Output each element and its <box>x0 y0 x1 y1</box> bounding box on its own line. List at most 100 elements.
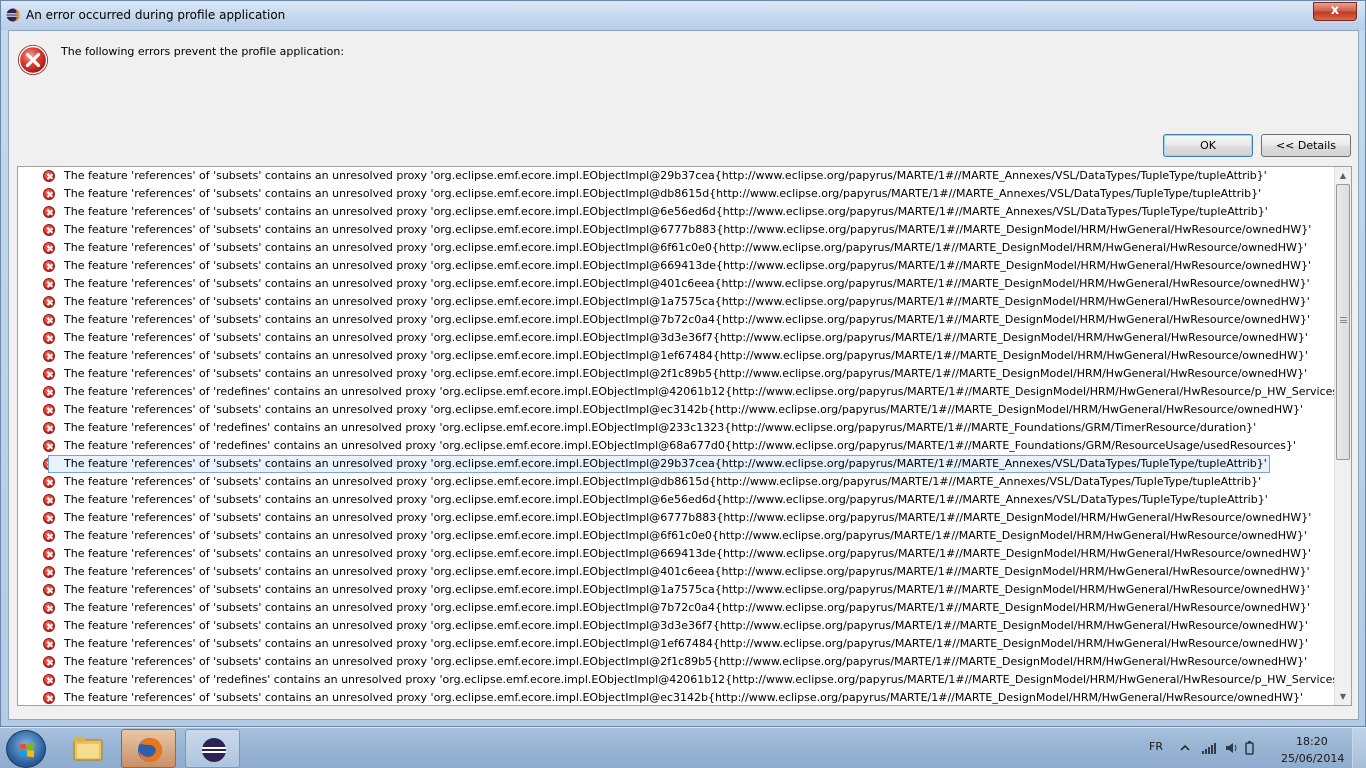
error-row[interactable]: The feature 'references' of 'subsets' co… <box>18 581 1334 599</box>
vertical-scrollbar[interactable]: ▲ ▼ <box>1334 167 1351 705</box>
error-row[interactable]: The feature 'references' of 'subsets' co… <box>18 527 1334 545</box>
error-row[interactable]: The feature 'references' of 'redefines' … <box>18 419 1334 437</box>
error-small-icon <box>43 566 55 578</box>
error-row-text: The feature 'references' of 'subsets' co… <box>64 637 1308 650</box>
error-row[interactable]: The feature 'references' of 'subsets' co… <box>18 455 1334 473</box>
error-row[interactable]: The feature 'references' of 'redefines' … <box>18 671 1334 689</box>
error-row[interactable]: The feature 'references' of 'subsets' co… <box>18 653 1334 671</box>
close-button[interactable]: x <box>1313 2 1357 21</box>
error-row[interactable]: The feature 'references' of 'subsets' co… <box>18 239 1334 257</box>
error-small-icon <box>43 548 55 560</box>
error-dialog-window: An error occurred during profile applica… <box>0 0 1366 727</box>
error-row-text: The feature 'references' of 'redefines' … <box>64 385 1334 398</box>
error-row-text: The feature 'references' of 'subsets' co… <box>64 619 1308 632</box>
error-small-icon <box>43 674 55 686</box>
error-row-text: The feature 'references' of 'subsets' co… <box>64 241 1307 254</box>
error-row[interactable]: The feature 'references' of 'subsets' co… <box>18 275 1334 293</box>
error-row-text: The feature 'references' of 'redefines' … <box>64 673 1334 686</box>
error-row[interactable]: The feature 'references' of 'redefines' … <box>18 437 1334 455</box>
error-small-icon <box>43 386 55 398</box>
error-small-icon <box>43 350 55 362</box>
error-row[interactable]: The feature 'references' of 'subsets' co… <box>18 203 1334 221</box>
taskbar: FR 18:20 25/06/2014 <box>0 727 1366 768</box>
error-row[interactable]: The feature 'references' of 'subsets' co… <box>18 365 1334 383</box>
error-row[interactable]: The feature 'references' of 'subsets' co… <box>18 635 1334 653</box>
ok-button[interactable]: OK <box>1163 134 1253 157</box>
error-row-text: The feature 'references' of 'subsets' co… <box>64 313 1311 326</box>
error-small-icon <box>43 224 55 236</box>
error-row-text: The feature 'references' of 'subsets' co… <box>64 655 1308 668</box>
error-row[interactable]: The feature 'references' of 'subsets' co… <box>18 689 1334 705</box>
taskbar-firefox-button[interactable] <box>121 729 176 768</box>
error-row-text: The feature 'references' of 'subsets' co… <box>64 691 1304 704</box>
title-bar[interactable]: An error occurred during profile applica… <box>1 1 1365 30</box>
error-row[interactable]: The feature 'references' of 'subsets' co… <box>18 545 1334 563</box>
error-row-text: The feature 'references' of 'subsets' co… <box>64 493 1268 506</box>
error-icon <box>18 45 48 75</box>
error-row[interactable]: The feature 'references' of 'redefines' … <box>18 383 1334 401</box>
error-row[interactable]: The feature 'references' of 'subsets' co… <box>18 401 1334 419</box>
error-row[interactable]: The feature 'references' of 'subsets' co… <box>18 509 1334 527</box>
error-small-icon <box>43 170 55 182</box>
error-small-icon <box>43 692 55 704</box>
error-row-text: The feature 'references' of 'subsets' co… <box>64 529 1307 542</box>
error-row[interactable]: The feature 'references' of 'subsets' co… <box>18 293 1334 311</box>
error-small-icon <box>43 206 55 218</box>
error-row[interactable]: The feature 'references' of 'subsets' co… <box>18 563 1334 581</box>
error-row-text: The feature 'references' of 'subsets' co… <box>64 349 1308 362</box>
show-desktop-button[interactable] <box>1352 728 1366 768</box>
error-row[interactable]: The feature 'references' of 'subsets' co… <box>18 329 1334 347</box>
language-indicator[interactable]: FR <box>1149 740 1163 753</box>
clock-time[interactable]: 18:20 <box>1296 735 1328 748</box>
error-small-icon <box>43 494 55 506</box>
start-button[interactable] <box>6 730 46 768</box>
error-row[interactable]: The feature 'references' of 'subsets' co… <box>18 491 1334 509</box>
error-small-icon <box>43 656 55 668</box>
taskbar-eclipse-button[interactable] <box>185 729 240 768</box>
error-row[interactable]: The feature 'references' of 'subsets' co… <box>18 617 1334 635</box>
error-row-text: The feature 'references' of 'subsets' co… <box>64 295 1310 308</box>
error-row[interactable]: The feature 'references' of 'subsets' co… <box>18 599 1334 617</box>
eclipse-icon <box>6 8 20 22</box>
error-row-text: The feature 'references' of 'redefines' … <box>64 421 1257 434</box>
error-row[interactable]: The feature 'references' of 'subsets' co… <box>18 257 1334 275</box>
error-row-text: The feature 'references' of 'subsets' co… <box>64 601 1311 614</box>
error-row-text: The feature 'references' of 'subsets' co… <box>64 583 1310 596</box>
tray-icons[interactable] <box>1178 740 1262 756</box>
error-small-icon <box>43 584 55 596</box>
error-small-icon <box>43 368 55 380</box>
error-row-text: The feature 'references' of 'subsets' co… <box>64 565 1310 578</box>
scroll-thumb[interactable] <box>1336 184 1350 460</box>
error-message: The following errors prevent the profile… <box>61 45 345 58</box>
scroll-up-arrow-icon[interactable]: ▲ <box>1335 167 1351 184</box>
details-button[interactable]: << Details <box>1261 134 1351 157</box>
scroll-down-arrow-icon[interactable]: ▼ <box>1335 688 1351 705</box>
folder-icon <box>73 737 103 761</box>
error-row-text: The feature 'references' of 'subsets' co… <box>64 367 1308 380</box>
error-row-text: The feature 'references' of 'subsets' co… <box>64 205 1268 218</box>
error-small-icon <box>43 638 55 650</box>
error-details-list[interactable]: The feature 'references' of 'subsets' co… <box>17 166 1352 706</box>
error-row[interactable]: The feature 'references' of 'subsets' co… <box>18 167 1334 185</box>
error-row[interactable]: The feature 'references' of 'subsets' co… <box>18 473 1334 491</box>
taskbar-explorer-button[interactable] <box>60 729 115 768</box>
window-title: An error occurred during profile applica… <box>26 8 286 22</box>
error-row[interactable]: The feature 'references' of 'subsets' co… <box>18 347 1334 365</box>
error-small-icon <box>43 620 55 632</box>
error-small-icon <box>43 314 55 326</box>
error-row[interactable]: The feature 'references' of 'subsets' co… <box>18 311 1334 329</box>
clock-date[interactable]: 25/06/2014 <box>1281 752 1344 765</box>
error-row-text: The feature 'references' of 'subsets' co… <box>64 403 1304 416</box>
error-row[interactable]: The feature 'references' of 'subsets' co… <box>18 185 1334 203</box>
eclipse-icon <box>202 738 226 762</box>
error-small-icon <box>43 440 55 452</box>
error-small-icon <box>43 512 55 524</box>
error-row-text: The feature 'references' of 'subsets' co… <box>48 455 1270 473</box>
error-row-text: The feature 'references' of 'subsets' co… <box>64 187 1262 200</box>
error-small-icon <box>43 332 55 344</box>
error-row-text: The feature 'references' of 'subsets' co… <box>64 277 1310 290</box>
error-row[interactable]: The feature 'references' of 'subsets' co… <box>18 221 1334 239</box>
error-small-icon <box>43 188 55 200</box>
error-small-icon <box>43 278 55 290</box>
error-row-text: The feature 'references' of 'subsets' co… <box>64 511 1312 524</box>
